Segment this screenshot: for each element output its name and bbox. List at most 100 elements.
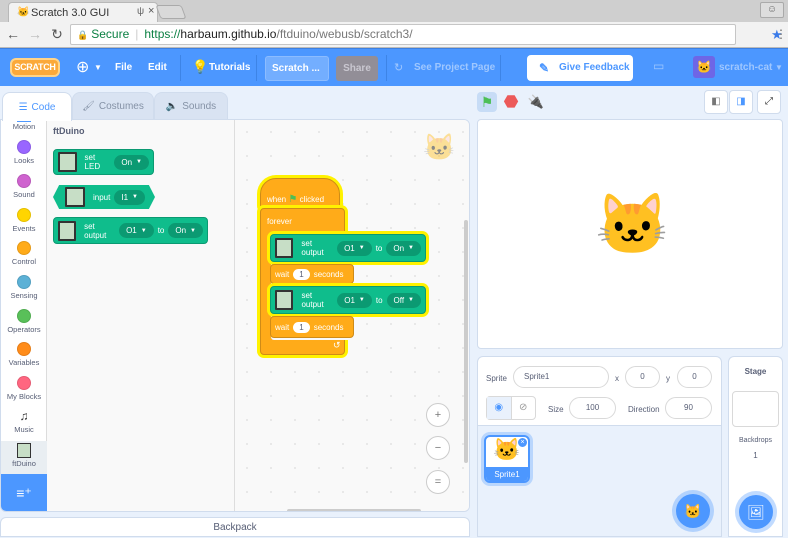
category-label: Looks	[13, 156, 34, 165]
block-text: seconds	[313, 323, 344, 332]
sprite-watermark-icon: 🐱	[423, 132, 456, 162]
wait-block[interactable]: wait 1 seconds	[270, 316, 354, 338]
back-arrow-icon[interactable]: ←	[4, 26, 22, 42]
size-input[interactable]: 100	[569, 397, 616, 419]
sprite-cat[interactable]: 🐱	[595, 195, 670, 255]
category-control[interactable]: Control	[1, 241, 47, 275]
delete-sprite-button[interactable]: ×	[517, 437, 528, 448]
category-operators[interactable]: Operators	[1, 309, 47, 343]
category-my-blocks[interactable]: My Blocks	[1, 376, 47, 410]
x-label: x	[615, 374, 619, 383]
block-text: set output	[301, 291, 324, 309]
y-input[interactable]: 0	[677, 366, 712, 388]
output-dropdown[interactable]: O1 ▼	[337, 292, 372, 308]
wait-seconds-input[interactable]: 1	[293, 269, 310, 280]
input-dropdown[interactable]: I1 ▼	[114, 189, 145, 205]
edit-menu[interactable]: Edit	[148, 62, 167, 73]
block-input[interactable]: input I1 ▼	[53, 185, 155, 209]
close-tab-icon[interactable]: ×	[148, 5, 154, 17]
user-avatar[interactable]: 🐱	[693, 56, 715, 78]
block-set-output[interactable]: set output O1 ▼ to On ▼	[270, 234, 426, 262]
show-sprite-button[interactable]: ◉	[487, 397, 512, 419]
dropdown-value: Off	[393, 295, 405, 305]
scratch-logo[interactable]: SCRATCH	[10, 58, 60, 77]
category-ftduino[interactable]: ftDuino	[1, 441, 47, 475]
horizontal-scrollbar[interactable]	[287, 509, 421, 511]
direction-input[interactable]: 90	[665, 397, 712, 419]
block-text: wait	[275, 270, 290, 279]
music-note-icon: ♫	[19, 409, 29, 423]
output-dropdown[interactable]: O1 ▼	[337, 240, 372, 256]
category-variables[interactable]: Variables	[1, 342, 47, 376]
add-extension-button[interactable]: ≡⁺	[1, 474, 47, 511]
profile-icon[interactable]: ☺	[760, 2, 784, 18]
wait-block[interactable]: wait 1 seconds	[270, 264, 354, 284]
add-sprite-cat-icon: 🐱	[684, 503, 702, 519]
ftduino-icon	[58, 152, 77, 172]
led-dropdown[interactable]: On ▼	[114, 154, 149, 170]
choose-backdrop-button[interactable]: 🖼	[739, 495, 773, 529]
project-title-input[interactable]: Scratch ...	[265, 56, 329, 81]
category-sound[interactable]: Sound	[1, 174, 47, 208]
hide-sprite-button[interactable]: ⊘	[512, 397, 536, 419]
dropdown-value: On	[175, 226, 187, 235]
block-palette: ftDuino set LED On ▼ input I1 ▼ set output…	[47, 120, 276, 511]
category-music[interactable]: ♫ Music	[1, 409, 47, 443]
tutorials-button[interactable]: Tutorials	[209, 62, 250, 73]
block-set-output[interactable]: set output O1 ▼ to On ▼	[53, 217, 208, 244]
tab-sounds[interactable]: 🔈 Sounds	[154, 92, 228, 120]
output-dropdown[interactable]: O1 ▼	[119, 223, 154, 238]
sprite-name-input[interactable]: Sprite1	[513, 366, 609, 388]
wait-seconds-input[interactable]: 1	[293, 322, 310, 333]
block-text: seconds	[313, 270, 344, 279]
eye-slash-icon: ⊘	[519, 402, 528, 413]
green-flag-button[interactable]: ⚑	[477, 92, 497, 112]
when-flag-clicked-block[interactable]: when ⚑ clicked	[260, 178, 340, 210]
username-menu[interactable]: scratch-cat	[719, 62, 772, 73]
caret-down-icon: ▼	[358, 245, 365, 251]
choose-sprite-button[interactable]: 🐱	[676, 494, 710, 528]
state-dropdown[interactable]: On ▼	[386, 240, 421, 256]
category-events[interactable]: Events	[1, 208, 47, 242]
state-dropdown[interactable]: On ▼	[168, 223, 203, 238]
my-stuff-folder-icon[interactable]: ▭	[653, 59, 664, 73]
stage-canvas[interactable]: 🐱	[477, 119, 783, 349]
url-field[interactable]: 🔒 Secure | https://harbaum.github.io/ftduin…	[70, 24, 736, 45]
tab-costumes[interactable]: 🖌 Costumes	[72, 92, 154, 120]
language-globe-icon[interactable]: ⊕	[76, 57, 89, 77]
control-dot	[17, 241, 31, 255]
backpack[interactable]: Backpack	[0, 517, 470, 537]
give-feedback-button[interactable]: ✎ Give Feedback	[527, 55, 633, 81]
browser-menu-icon[interactable]: ⋮	[775, 27, 787, 41]
vertical-scrollbar[interactable]	[464, 220, 468, 463]
browser-tab[interactable]: 🐱 Scratch 3.0 GUI ψ ×	[8, 2, 158, 22]
forward-arrow-icon[interactable]: →	[26, 26, 44, 42]
large-stage-button[interactable]: ◨	[729, 90, 753, 114]
script-area[interactable]: 🐱 when ⚑ clicked forever ↺ set output O1…	[235, 120, 469, 511]
reload-icon[interactable]: ↻	[48, 26, 66, 43]
stage-thumbnail[interactable]	[732, 391, 779, 427]
block-set-output[interactable]: set output O1 ▼ to Off ▼	[270, 286, 426, 314]
share-button[interactable]: Share	[336, 56, 378, 81]
y-label: y	[666, 374, 670, 383]
zoom-out-button[interactable]: −	[426, 436, 450, 460]
x-input[interactable]: 0	[625, 366, 660, 388]
zoom-reset-button[interactable]: =	[426, 470, 450, 494]
category-sensing[interactable]: Sensing	[1, 275, 47, 309]
stop-button[interactable]: ⬣	[501, 92, 521, 112]
tab-code[interactable]: ☰ Code	[2, 92, 72, 121]
backdrops-label: Backdrops	[738, 437, 773, 444]
category-looks[interactable]: Looks	[1, 140, 47, 174]
ftduino-connected-button[interactable]: 🔌	[526, 92, 546, 112]
fullscreen-button[interactable]: ⤢	[757, 90, 781, 114]
new-tab-button[interactable]	[155, 5, 187, 19]
small-stage-button[interactable]: ◧	[704, 90, 728, 114]
zoom-in-button[interactable]: +	[426, 403, 450, 427]
block-set-led[interactable]: set LED On ▼	[53, 149, 154, 175]
brush-icon: 🖌	[82, 101, 95, 112]
state-dropdown[interactable]: Off ▼	[386, 292, 421, 308]
see-project-page-button[interactable]: See Project Page	[414, 62, 495, 73]
stage-selector[interactable]: Stage Backdrops 1 🖼	[728, 356, 783, 537]
dropdown-value: On	[393, 243, 405, 253]
file-menu[interactable]: File	[115, 62, 132, 73]
